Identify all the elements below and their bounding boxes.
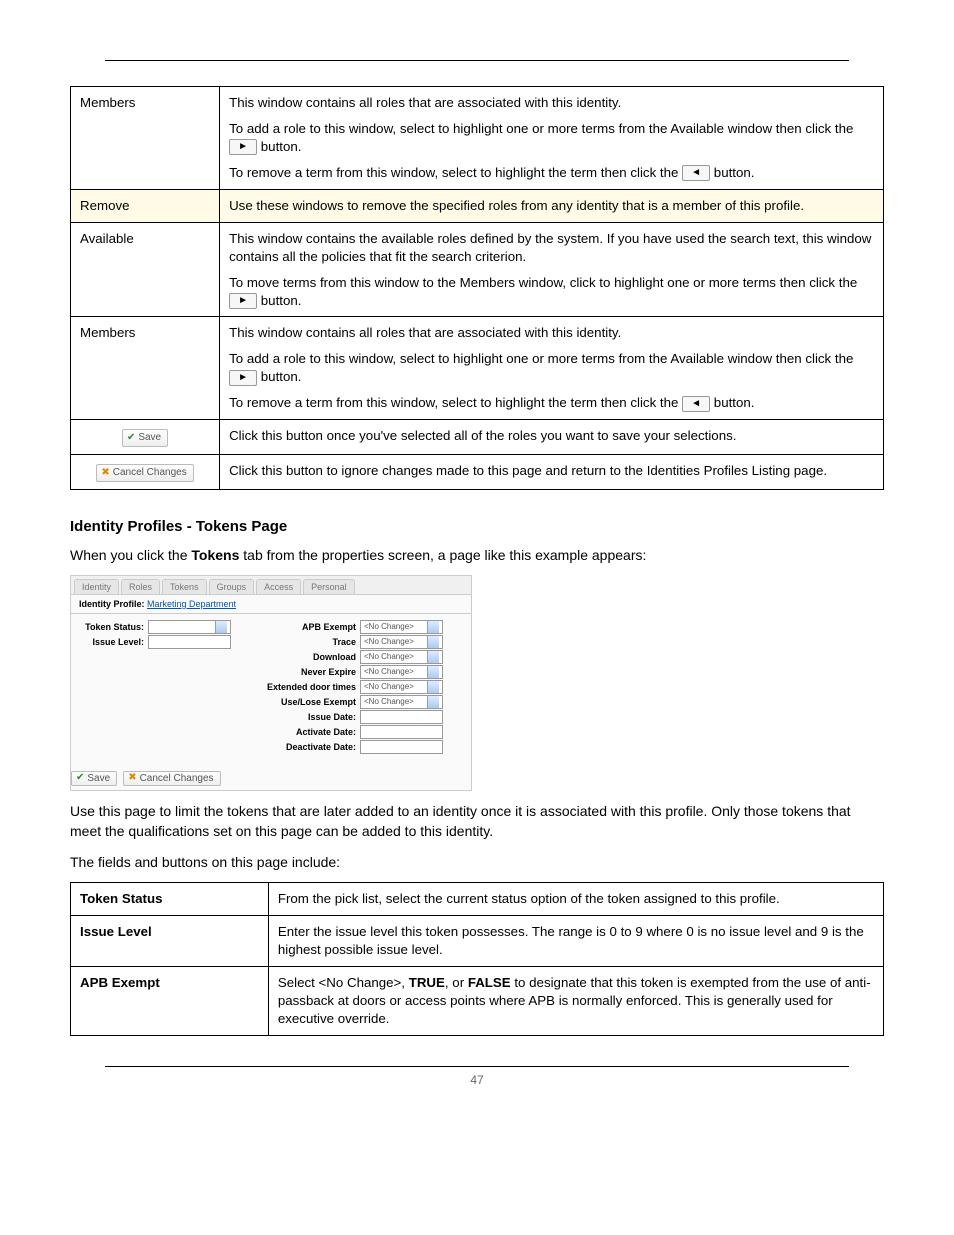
mock-header-link: Marketing Department: [147, 599, 236, 609]
mock-field-value: <No Change>: [360, 665, 443, 679]
mock-field-label: Token Status:: [79, 622, 148, 632]
mock-field-value: <No Change>: [360, 650, 443, 664]
fields-table: Token StatusFrom the pick list, select t…: [70, 882, 884, 1036]
mock-field-label: Trace: [241, 637, 360, 647]
row-label: Members: [71, 87, 220, 190]
field-description: Select <No Change>, TRUE, or FALSE to de…: [268, 966, 883, 1035]
mock-field-value: <No Change>: [360, 695, 443, 709]
row-description: Click this button to ignore changes made…: [220, 454, 884, 489]
mock-header-label: Identity Profile:: [79, 599, 147, 609]
intro-bold: Tokens: [191, 547, 239, 563]
mock-tab: Roles: [121, 579, 160, 594]
bottom-page-rule: [105, 1066, 849, 1067]
mock-field-value: <No Change>: [360, 620, 443, 634]
mock-tab: Access: [256, 579, 301, 594]
top-page-rule: [105, 60, 849, 61]
row-description: This window contains the available roles…: [220, 222, 884, 317]
mock-field-row: Activate Date:: [241, 725, 463, 739]
mock-footer: ✔Save ✖ Cancel Changes: [71, 767, 471, 790]
tokens-form-screenshot: IdentityRolesTokensGroupsAccessPersonal …: [70, 575, 472, 791]
section-para1: Use this page to limit the tokens that a…: [70, 801, 884, 842]
intro-pre: When you click the: [70, 547, 191, 563]
roles-table: MembersThis window contains all roles th…: [70, 86, 884, 490]
section-title: Identity Profiles - Tokens Page: [70, 518, 884, 535]
mock-field-label: Issue Date:: [241, 712, 360, 722]
mock-field-label: Extended door times: [241, 682, 360, 692]
mock-tab: Groups: [209, 579, 255, 594]
arrow-right-icon: ►: [229, 370, 257, 386]
field-label: Token Status: [71, 882, 269, 915]
save-button: ✔Save: [122, 429, 168, 447]
mock-field-row: Trace<No Change>: [241, 635, 463, 649]
mock-field-label: Activate Date:: [241, 727, 360, 737]
cancel-icon: ✖: [101, 468, 109, 478]
field-description: From the pick list, select the current s…: [268, 882, 883, 915]
section-intro: When you click the Tokens tab from the p…: [70, 545, 884, 565]
row-label: Remove: [71, 189, 220, 222]
mock-field-value: [148, 620, 231, 634]
mock-save-button: ✔Save: [71, 771, 117, 786]
section-para2: The fields and buttons on this page incl…: [70, 852, 884, 872]
field-label: Issue Level: [71, 915, 269, 966]
mock-cancel-label: Cancel Changes: [140, 773, 214, 784]
mock-field-label: Deactivate Date:: [241, 742, 360, 752]
mock-cancel-button: ✖ Cancel Changes: [123, 771, 220, 786]
mock-field-value: <No Change>: [360, 635, 443, 649]
mock-field-value: [360, 725, 443, 739]
mock-field-value: [360, 710, 443, 724]
save-button-cell: ✔Save: [71, 420, 220, 455]
cancel-button: ✖Cancel Changes: [96, 464, 193, 482]
arrow-right-icon: ►: [229, 293, 257, 309]
mock-header: Identity Profile: Marketing Department: [71, 595, 471, 614]
mock-field-value: [148, 635, 231, 649]
intro-post: tab from the properties screen, a page l…: [239, 547, 646, 563]
mock-field-row: APB Exempt<No Change>: [241, 620, 463, 634]
mock-field-row: Never Expire<No Change>: [241, 665, 463, 679]
mock-body: Token Status:Issue Level: APB Exempt<No …: [71, 614, 471, 763]
mock-tab: Personal: [303, 579, 355, 594]
mock-field-row: Issue Level:: [79, 635, 231, 649]
mock-field-label: APB Exempt: [241, 622, 360, 632]
check-icon: ✔: [76, 773, 84, 783]
mock-field-value: [360, 740, 443, 754]
arrow-left-icon: ◄: [682, 165, 710, 181]
row-description: This window contains all roles that are …: [220, 87, 884, 190]
arrow-left-icon: ◄: [682, 396, 710, 412]
mock-field-row: Issue Date:: [241, 710, 463, 724]
mock-field-row: Token Status:: [79, 620, 231, 634]
row-label: Members: [71, 317, 220, 420]
mock-field-value: <No Change>: [360, 680, 443, 694]
cancel-icon: ✖: [128, 773, 136, 783]
mock-tab: Identity: [74, 579, 119, 594]
row-label: Available: [71, 222, 220, 317]
mock-field-row: Extended door times<No Change>: [241, 680, 463, 694]
mock-field-label: Never Expire: [241, 667, 360, 677]
field-description: Enter the issue level this token possess…: [268, 915, 883, 966]
cancel-button-cell: ✖Cancel Changes: [71, 454, 220, 489]
mock-field-label: Issue Level:: [79, 637, 148, 647]
mock-tab: Tokens: [162, 579, 207, 594]
mock-field-row: Deactivate Date:: [241, 740, 463, 754]
page-number: 47: [70, 1073, 884, 1087]
row-description: This window contains all roles that are …: [220, 317, 884, 420]
field-label: APB Exempt: [71, 966, 269, 1035]
mock-field-label: Download: [241, 652, 360, 662]
arrow-right-icon: ►: [229, 139, 257, 155]
row-description: Use these windows to remove the specifie…: [220, 189, 884, 222]
mock-save-label: Save: [87, 773, 110, 784]
check-icon: ✔: [127, 433, 135, 443]
mock-field-label: Use/Lose Exempt: [241, 697, 360, 707]
mock-field-row: Download<No Change>: [241, 650, 463, 664]
mock-field-row: Use/Lose Exempt<No Change>: [241, 695, 463, 709]
row-description: Click this button once you've selected a…: [220, 420, 884, 455]
mock-tabs: IdentityRolesTokensGroupsAccessPersonal: [71, 576, 471, 595]
